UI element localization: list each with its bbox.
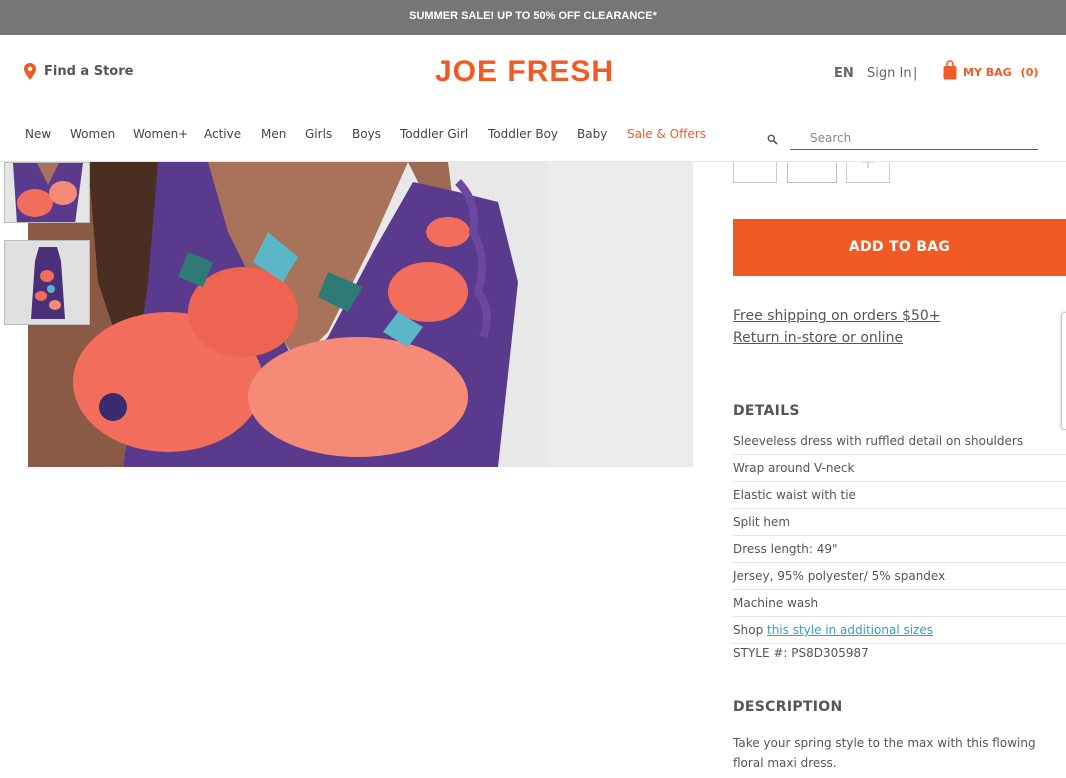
details-item-shop-sizes: Shop this style in additional sizes — [733, 617, 1066, 644]
nav-item-boys[interactable]: Boys — [352, 127, 400, 141]
find-store-label: Find a Store — [44, 64, 134, 79]
bag-count: (0) — [1020, 66, 1039, 79]
details-item: Machine wash — [733, 590, 1066, 617]
map-pin-icon — [24, 63, 36, 80]
free-shipping-link[interactable]: Free shipping on orders $50+ — [733, 308, 941, 324]
return-policy-link[interactable]: Return in-store or online — [733, 330, 903, 346]
details-item: Wrap around V-neck — [733, 455, 1066, 482]
nav-item-sale-offers[interactable]: Sale & Offers — [627, 127, 717, 141]
feedback-side-tab[interactable] — [1061, 312, 1066, 430]
details-heading: DETAILS — [733, 403, 800, 419]
product-main-image[interactable] — [28, 162, 693, 467]
nav-item-toddler-boy[interactable]: Toddler Boy — [488, 127, 577, 141]
additional-sizes-link[interactable]: this style in additional sizes — [767, 623, 933, 637]
search-icon[interactable] — [767, 134, 778, 145]
main-nav: New Women Women+ Active Men Girls Boys T… — [25, 127, 717, 141]
thumbnail-image — [5, 163, 89, 222]
shop-prefix: Shop — [733, 623, 767, 637]
joe-fresh-logo[interactable]: JOE FRESH — [435, 55, 614, 89]
search-input[interactable] — [790, 126, 1038, 150]
bag-label: MY BAG — [963, 66, 1012, 79]
sign-in-link[interactable]: Sign In — [867, 66, 912, 81]
details-item: Sleeveless dress with ruffled detail on … — [733, 428, 1066, 455]
nav-item-girls[interactable]: Girls — [305, 127, 352, 141]
add-to-bag-button[interactable]: ADD TO BAG — [733, 219, 1066, 276]
find-store-link[interactable]: Find a Store — [24, 63, 133, 80]
nav-item-women[interactable]: Women — [70, 127, 133, 141]
style-number: STYLE #: PS8D305987 — [733, 646, 869, 660]
details-list: Sleeveless dress with ruffled detail on … — [733, 428, 1066, 644]
dress-photo — [28, 162, 693, 467]
nav-item-women-plus[interactable]: Women+ — [133, 127, 204, 141]
product-thumbnail-2[interactable] — [4, 240, 90, 325]
nav-item-active[interactable]: Active — [204, 127, 261, 141]
details-item: Elastic waist with tie — [733, 482, 1066, 509]
description-text: Take your spring style to the max with t… — [733, 736, 1036, 770]
nav-item-baby[interactable]: Baby — [577, 127, 627, 141]
details-item: Jersey, 95% polyester/ 5% spandex — [733, 563, 1066, 590]
product-thumbnail-1[interactable] — [4, 162, 90, 223]
thumbnail-image — [5, 241, 89, 324]
details-item: Split hem — [733, 509, 1066, 536]
description-heading: DESCRIPTION — [733, 699, 843, 715]
my-bag-button[interactable]: MY BAG (0) — [943, 60, 1038, 80]
site-header: Find a Store JOE FRESH EN Sign In | MY B… — [0, 35, 1066, 162]
nav-item-new[interactable]: New — [25, 127, 70, 141]
header-divider: | — [913, 66, 918, 81]
promo-banner[interactable]: SUMMER SALE! UP TO 50% OFF CLEARANCE* — [0, 0, 1066, 35]
language-toggle[interactable]: EN — [834, 66, 854, 81]
nav-item-toddler-girl[interactable]: Toddler Girl — [400, 127, 488, 141]
nav-item-men[interactable]: Men — [261, 127, 305, 141]
shopping-bag-icon — [943, 60, 957, 80]
promo-text: SUMMER SALE! UP TO 50% OFF CLEARANCE* — [409, 10, 657, 22]
details-item: Dress length: 49" — [733, 536, 1066, 563]
